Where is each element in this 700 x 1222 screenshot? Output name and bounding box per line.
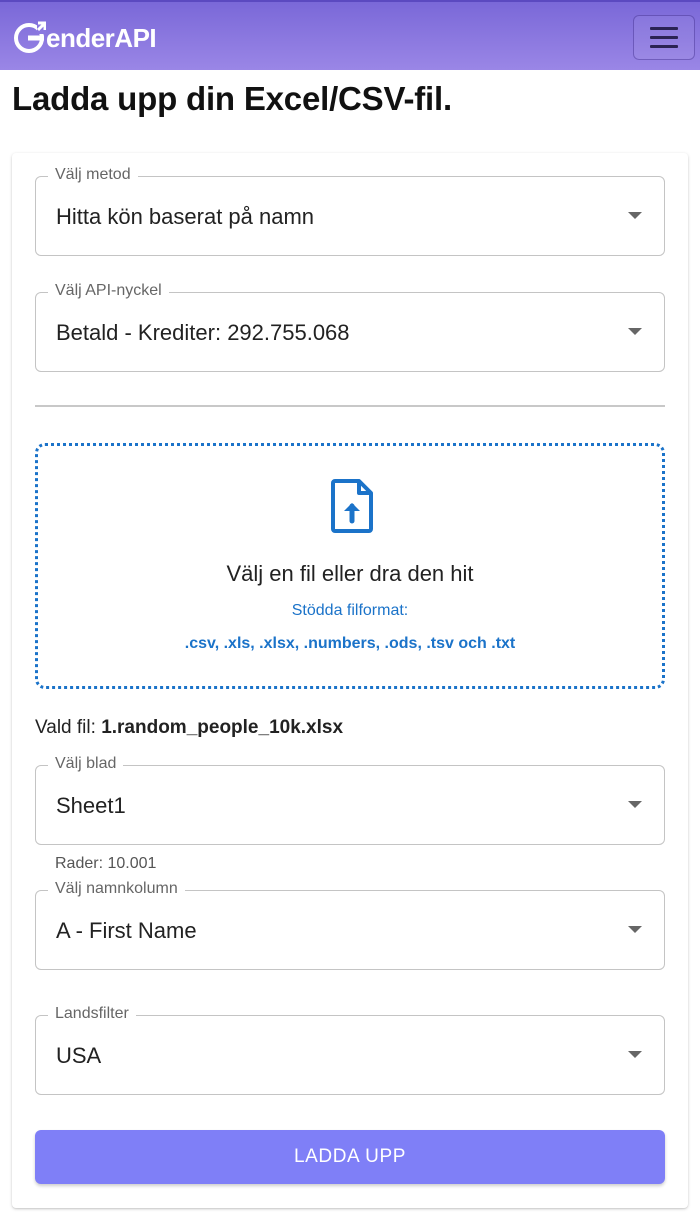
dropzone-main-text: Välj en fil eller dra den hit [226, 561, 474, 586]
dropdown-arrow-icon [628, 212, 642, 219]
country-filter-select[interactable]: Landsfilter USA [35, 1005, 665, 1095]
page-title: Ladda upp din Excel/CSV-fil. [12, 80, 452, 117]
method-select-value: Hitta kön baserat på namn [56, 204, 315, 229]
sheet-select-value: Sheet1 [56, 793, 126, 818]
upload-button[interactable]: LADDA UPP [35, 1130, 665, 1184]
api-key-select-label: Välj API-nyckel [48, 282, 169, 300]
method-select[interactable]: Välj metod Hitta kön baserat på namn [35, 166, 665, 256]
upload-form-card: Välj metod Hitta kön baserat på namn Väl… [12, 153, 688, 1208]
hamburger-icon-bar [650, 45, 678, 48]
name-column-select-value: A - First Name [56, 918, 197, 943]
dropdown-arrow-icon [628, 1051, 642, 1058]
logo-text: enderAPI [46, 22, 157, 53]
country-filter-select-label: Landsfilter [48, 1005, 136, 1023]
api-key-select[interactable]: Välj API-nyckel Betald - Krediter: 292.7… [35, 282, 665, 372]
sheet-rows-info: Rader: 10.001 [55, 855, 157, 872]
name-column-select[interactable]: Välj namnkolumn A - First Name [35, 880, 665, 970]
sheet-select-label: Välj blad [48, 755, 124, 773]
dropzone-formats-label: Stödda filformat: [291, 602, 409, 619]
country-filter-select-value: USA [56, 1043, 102, 1068]
hamburger-icon-bar [650, 36, 678, 39]
api-key-select-value: Betald - Krediter: 292.755.068 [56, 320, 350, 345]
top-navbar: enderAPI [0, 0, 700, 70]
selected-file-info: Vald fil: 1.random_people_10k.xlsx [35, 717, 343, 739]
method-select-label: Välj metod [48, 166, 138, 184]
selected-file-name: 1.random_people_10k.xlsx [101, 717, 344, 738]
dropdown-arrow-icon [628, 801, 642, 808]
name-column-select-label: Välj namnkolumn [48, 880, 185, 898]
file-upload-icon [331, 479, 373, 533]
logo-g-icon [14, 21, 46, 53]
divider [35, 405, 665, 407]
dropzone-formats-list: .csv, .xls, .xlsx, .numbers, .ods, .tsv … [184, 635, 516, 652]
file-dropzone[interactable]: Välj en fil eller dra den hit Stödda fil… [35, 443, 665, 689]
genderapi-logo[interactable]: enderAPI [12, 20, 157, 56]
sheet-select[interactable]: Välj blad Sheet1 [35, 755, 665, 845]
dropdown-arrow-icon [628, 328, 642, 335]
menu-toggle-button[interactable] [633, 15, 695, 60]
hamburger-icon [650, 27, 678, 30]
selected-file-label: Vald fil: [35, 717, 102, 738]
dropdown-arrow-icon [628, 926, 642, 933]
